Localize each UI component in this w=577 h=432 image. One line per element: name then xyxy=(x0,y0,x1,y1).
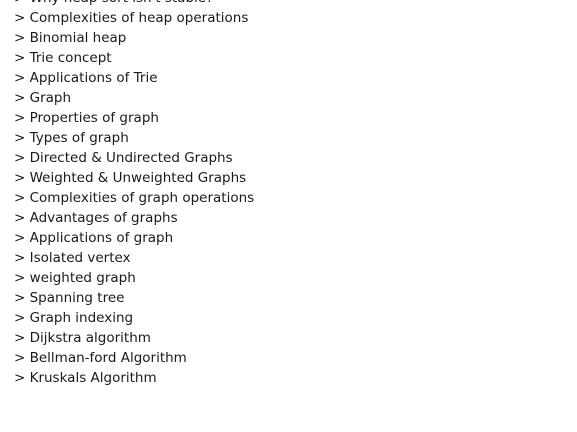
list-item: > Why heap sort isn't stable? xyxy=(14,0,254,8)
list-item: > Kruskals Algorithm xyxy=(14,370,157,386)
list-item: > Trie concept xyxy=(14,50,112,66)
list-item: > Complexities of graph operations xyxy=(14,190,255,206)
list-item: > Isolated vertex xyxy=(14,250,131,266)
topic-list: > Why heap sort isn't stable? > Complexi… xyxy=(14,0,254,388)
list-item: > Directed & Undirected Graphs xyxy=(14,150,233,166)
list-item: > Types of graph xyxy=(14,130,129,146)
list-item: > Properties of graph xyxy=(14,110,159,126)
list-item: > Applications of graph xyxy=(14,230,174,246)
list-item: > Dijkstra algorithm xyxy=(14,330,151,346)
list-item: > Binomial heap xyxy=(14,30,127,46)
document-page: > Why heap sort isn't stable? > Complexi… xyxy=(0,0,577,432)
list-item: > Bellman-ford Algorithm xyxy=(14,350,187,366)
list-item: > Graph xyxy=(14,90,72,106)
list-item: > Applications of Trie xyxy=(14,70,158,86)
list-item: > Spanning tree xyxy=(14,290,125,306)
list-item: > weighted graph xyxy=(14,270,136,286)
list-item: > Advantages of graphs xyxy=(14,210,178,226)
list-item: > Complexities of heap operations xyxy=(14,10,249,26)
list-item: > Weighted & Unweighted Graphs xyxy=(14,170,247,186)
list-item: > Graph indexing xyxy=(14,310,134,326)
